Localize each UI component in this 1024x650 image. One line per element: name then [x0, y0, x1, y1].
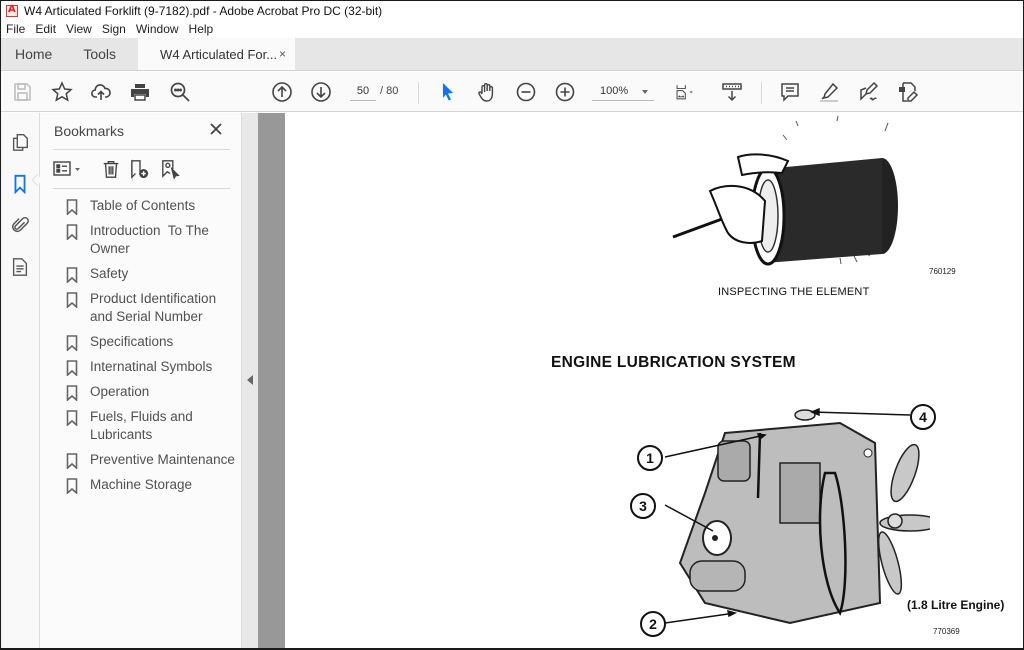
bookmark-star-icon[interactable] [50, 80, 74, 104]
bookmark-item[interactable]: Introduction To The Owner [66, 222, 241, 258]
bookmark-label: Introduction To The Owner [90, 223, 209, 256]
bookmark-label: Operation [90, 384, 150, 399]
title-bar: W4 Articulated Forklift (9-7182).pdf - A… [1, 1, 1023, 20]
menu-sign[interactable]: Sign [102, 22, 126, 36]
bookmark-options-icon[interactable] [53, 157, 87, 181]
tab-document-label: W4 Articulated For... [160, 46, 278, 62]
divider [53, 149, 230, 150]
bookmark-icon [66, 267, 78, 283]
bookmark-icon [66, 199, 78, 215]
toolbar: 50 / 80 100% [1, 72, 1023, 112]
figure-caption: (1.8 Litre Engine) [907, 598, 1005, 612]
print-icon[interactable] [128, 80, 152, 104]
highlight-icon[interactable] [817, 80, 841, 104]
bookmark-icon [66, 360, 78, 376]
pdf-page: 760129 INSPECTING THE ELEMENT ENGINE LUB… [285, 113, 1023, 648]
attachments-icon[interactable] [9, 214, 31, 236]
divider [53, 188, 230, 189]
panel-title: Bookmarks [54, 123, 125, 139]
close-tab-icon[interactable]: × [279, 47, 286, 61]
bookmark-item[interactable]: Operation [66, 383, 241, 401]
bookmark-item[interactable]: Table of Contents [66, 197, 241, 215]
tab-bar: Home Tools W4 Articulated For... × [1, 38, 1023, 71]
select-cursor-icon[interactable] [435, 80, 459, 104]
add-bookmark-icon[interactable] [128, 157, 152, 181]
page-up-icon[interactable] [270, 80, 294, 104]
page-down-icon[interactable] [309, 80, 333, 104]
bookmark-label: Product Identification and Serial Number [90, 291, 217, 324]
bookmark-icon [66, 224, 78, 240]
bookmarks-icon[interactable] [9, 173, 31, 195]
bookmark-label: Internatinal Symbols [90, 359, 213, 374]
comment-icon[interactable] [778, 80, 802, 104]
bookmark-icon [66, 335, 78, 351]
bookmark-item[interactable]: Product Identification and Serial Number [66, 290, 241, 326]
fit-page-icon[interactable] [670, 80, 702, 104]
menu-file[interactable]: File [6, 22, 25, 36]
close-panel-icon[interactable] [208, 121, 224, 137]
menu-view[interactable]: View [66, 22, 92, 36]
chevron-down-icon [642, 90, 648, 94]
cloud-upload-icon[interactable] [89, 80, 113, 104]
page-thumbnails-icon[interactable] [9, 131, 31, 153]
bookmark-item[interactable]: Machine Storage [66, 476, 241, 494]
menu-edit[interactable]: Edit [35, 22, 56, 36]
bookmark-icon [66, 410, 78, 426]
page-number-input[interactable]: 50 [350, 81, 376, 101]
bookmark-item[interactable]: Internatinal Symbols [66, 358, 241, 376]
document-gutter [258, 113, 285, 648]
bookmark-icon [66, 385, 78, 401]
menu-window[interactable]: Window [136, 22, 179, 36]
menu-bar: File Edit View Sign Window Help [1, 20, 1023, 38]
bookmark-label: Specifications [90, 334, 174, 349]
bookmark-label: Preventive Maintenance [90, 452, 235, 467]
acrobat-icon [6, 4, 18, 17]
callout-leaders [664, 407, 911, 624]
edit-pdf-icon[interactable] [896, 80, 920, 104]
document-properties-icon[interactable] [9, 256, 31, 278]
window-title: W4 Articulated Forklift (9-7182).pdf - A… [24, 3, 383, 18]
figure-number: 770369 [933, 627, 960, 636]
bookmarks-panel: Bookmarks Table of Contents Introduction… [40, 113, 241, 648]
menu-help[interactable]: Help [189, 22, 214, 36]
bookmark-label: Table of Contents [90, 198, 196, 213]
bookmark-label: Safety [90, 266, 129, 281]
page-total: / 80 [380, 85, 399, 97]
collapse-panel-icon[interactable] [247, 375, 253, 385]
zoom-level-value: 100% [600, 85, 629, 97]
delete-bookmark-icon[interactable] [100, 157, 122, 181]
panel-splitter[interactable] [241, 113, 258, 648]
bookmark-item[interactable]: Preventive Maintenance [66, 451, 241, 469]
callout-4: 4 [910, 404, 936, 430]
bookmark-item[interactable]: Safety [66, 265, 241, 283]
zoom-in-icon[interactable] [553, 80, 577, 104]
bookmark-item[interactable]: Specifications [66, 333, 241, 351]
zoom-level-dropdown[interactable]: 100% [592, 81, 654, 101]
bookmark-label: Machine Storage [90, 477, 193, 492]
zoom-out-icon[interactable] [514, 80, 538, 104]
search-icon[interactable] [168, 80, 192, 104]
toolbar-divider [761, 82, 762, 104]
callout-1: 1 [637, 445, 663, 471]
bookmark-icon [66, 478, 78, 494]
left-rail [1, 113, 40, 648]
scroll-mode-icon[interactable] [720, 80, 744, 104]
save-icon[interactable] [10, 80, 34, 104]
bookmark-icon [66, 453, 78, 469]
callout-3: 3 [630, 493, 656, 519]
sign-icon[interactable] [856, 80, 880, 104]
bookmark-icon [66, 292, 78, 308]
toolbar-divider [418, 82, 419, 104]
bookmark-label: Fuels, Fluids and Lubricants [90, 409, 193, 442]
tab-document[interactable]: W4 Articulated For... × [138, 38, 296, 70]
tab-home[interactable]: Home [1, 38, 70, 70]
callout-2: 2 [640, 611, 666, 637]
hand-tool-icon[interactable] [475, 80, 499, 104]
tab-tools[interactable]: Tools [70, 38, 129, 70]
bookmark-list: Table of Contents Introduction To The Ow… [66, 197, 241, 501]
bookmark-item[interactable]: Fuels, Fluids and Lubricants [66, 408, 241, 444]
bookmark-from-selection-icon[interactable] [159, 157, 183, 181]
